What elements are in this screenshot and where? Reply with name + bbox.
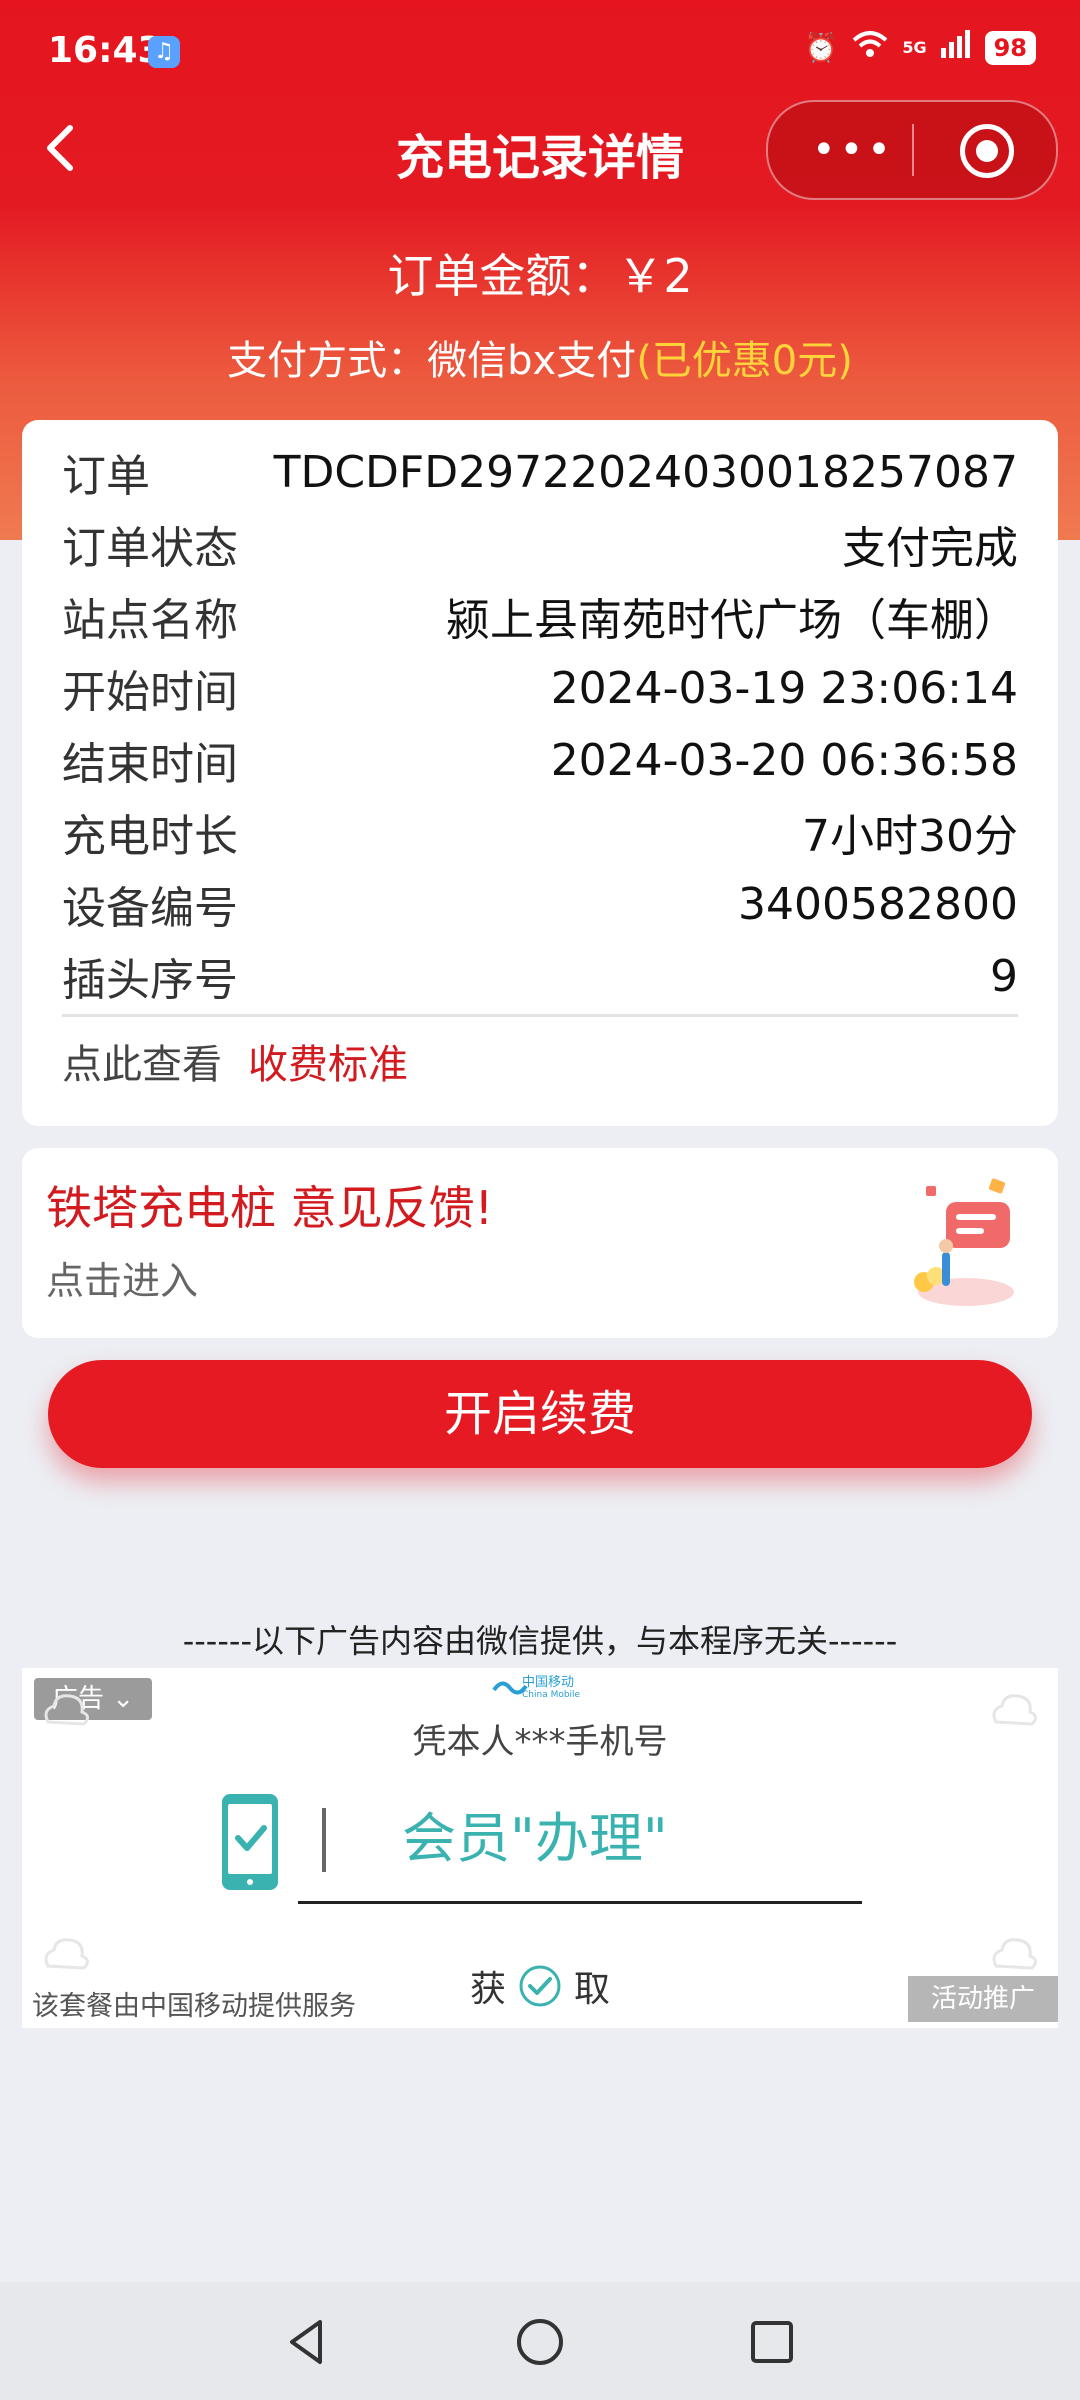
ad-subtitle: 凭本人***手机号 bbox=[412, 1722, 668, 1762]
detail-label: 结束时间 bbox=[62, 739, 238, 790]
order-amount: 订单金额：￥2 bbox=[387, 249, 693, 303]
status-bar: 16:43 ♫ ⏰ 5G 98 bbox=[0, 0, 1080, 100]
ad-banner[interactable]: 广告 ⌄ 中国移动 China Mobile 凭本人***手机号 会员"办理" … bbox=[22, 1668, 1058, 2028]
signal-icon bbox=[940, 30, 971, 65]
ad-get-button[interactable]: 获 取 bbox=[470, 1960, 610, 2012]
detail-label: 订单状态 bbox=[62, 523, 238, 574]
detail-row-order: 订单 TDCDFD29722024030018257087 bbox=[62, 436, 1018, 508]
order-details-card: 订单 TDCDFD29722024030018257087 订单状态 支付完成 … bbox=[22, 420, 1058, 1126]
detail-value: 支付完成 bbox=[842, 523, 1018, 574]
decorative-cloud-icon bbox=[44, 1938, 89, 1970]
detail-row-device-id: 设备编号 3400582800 bbox=[62, 868, 1018, 940]
detail-label: 订单 bbox=[62, 451, 150, 502]
capsule-divider bbox=[912, 124, 914, 176]
more-icon[interactable]: ••• bbox=[812, 130, 895, 170]
detail-row-station: 站点名称 颍上县南苑时代广场（车棚） bbox=[62, 580, 1018, 652]
ad-get-right: 取 bbox=[574, 1969, 611, 2010]
payment-method-text: 支付方式：微信bx支付 bbox=[227, 338, 637, 384]
fee-standard-row: 点此查看 收费标准 bbox=[62, 1032, 408, 1090]
detail-row-start-time: 开始时间 2024-03-19 23:06:14 bbox=[62, 652, 1018, 724]
feedback-illustration-icon bbox=[914, 1178, 1014, 1306]
status-time: 16:43 bbox=[48, 30, 163, 71]
miniprogram-capsule: ••• bbox=[766, 100, 1058, 200]
ad-brand-cn: 中国移动 bbox=[522, 1675, 575, 1690]
detail-row-plug-number: 插头序号 9 bbox=[62, 940, 1018, 1012]
fee-prefix: 点此查看 bbox=[62, 1042, 222, 1088]
text-cursor bbox=[322, 1808, 326, 1872]
ad-disclaimer: ------以下广告内容由微信提供，与本程序无关------ bbox=[182, 1622, 898, 1660]
detail-value: 颍上县南苑时代广场（车棚） bbox=[446, 595, 1018, 646]
detail-label: 设备编号 bbox=[62, 883, 238, 934]
detail-row-duration: 充电时长 7小时30分 bbox=[62, 796, 1018, 868]
divider bbox=[62, 1014, 1018, 1017]
detail-label: 开始时间 bbox=[62, 667, 238, 718]
detail-value: 3400582800 bbox=[738, 878, 1018, 930]
ad-input-underline bbox=[298, 1901, 862, 1904]
nav-bar: 充电记录详情 ••• bbox=[0, 100, 1080, 200]
payment-method: 支付方式：微信bx支付(已优惠0元) bbox=[0, 328, 1080, 386]
detail-value: 2024-03-20 06:36:58 bbox=[550, 734, 1018, 786]
feedback-title: 铁塔充电桩 意见反馈! bbox=[46, 1181, 494, 1235]
back-triangle-icon[interactable] bbox=[276, 2310, 340, 2374]
detail-label: 充电时长 bbox=[62, 811, 238, 862]
alarm-icon: ⏰ bbox=[803, 31, 839, 64]
discount-text: (已优惠0元) bbox=[636, 338, 853, 384]
detail-row-end-time: 结束时间 2024-03-20 06:36:58 bbox=[62, 724, 1018, 796]
close-miniprogram-icon[interactable] bbox=[960, 124, 1014, 178]
ad-brand: 中国移动 China Mobile bbox=[522, 1676, 580, 1702]
detail-label: 插头序号 bbox=[62, 955, 238, 1006]
feedback-subtitle: 点击进入 bbox=[46, 1259, 199, 1303]
ad-provider-note: 该套餐由中国移动提供服务 bbox=[32, 1991, 356, 2022]
ad-promo-label[interactable]: 活动推广 bbox=[908, 1976, 1058, 2022]
detail-row-status: 订单状态 支付完成 bbox=[62, 508, 1018, 580]
ad-brand-en: China Mobile bbox=[522, 1690, 581, 1700]
music-app-icon: ♫ bbox=[148, 36, 180, 68]
fee-standard-link[interactable]: 收费标准 bbox=[248, 1042, 408, 1088]
detail-value: 9 bbox=[990, 950, 1018, 1002]
detail-value: TDCDFD29722024030018257087 bbox=[273, 446, 1018, 498]
recents-square-icon[interactable] bbox=[740, 2310, 804, 2374]
wifi-icon bbox=[852, 30, 888, 65]
detail-label: 站点名称 bbox=[62, 595, 238, 646]
check-circle-icon bbox=[519, 1965, 561, 2007]
status-icons: ⏰ 5G 98 bbox=[803, 30, 1036, 65]
renew-button[interactable]: 开启续费 bbox=[48, 1360, 1032, 1468]
home-circle-icon[interactable] bbox=[508, 2310, 572, 2374]
phone-check-icon bbox=[222, 1794, 278, 1890]
network-type: 5G bbox=[902, 38, 927, 57]
ad-get-left: 获 bbox=[470, 1969, 507, 2010]
feedback-card[interactable]: 铁塔充电桩 意见反馈! 点击进入 bbox=[22, 1148, 1058, 1338]
battery-indicator: 98 bbox=[984, 30, 1036, 65]
ad-main-text: 会员"办理" bbox=[402, 1807, 668, 1870]
detail-value: 7小时30分 bbox=[802, 811, 1018, 862]
system-nav-bar bbox=[0, 2282, 1080, 2400]
detail-value: 2024-03-19 23:06:14 bbox=[550, 662, 1018, 714]
